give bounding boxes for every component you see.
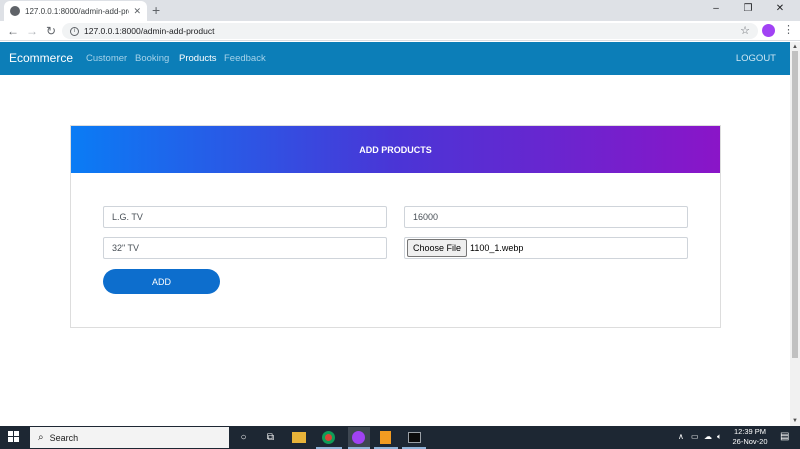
product-price-input[interactable]: 16000 (404, 206, 688, 228)
cortana-icon[interactable]: ○ (236, 430, 251, 445)
globe-icon (10, 6, 20, 16)
logout-link[interactable]: LOGOUT (736, 53, 776, 64)
clock-date: 26-Nov-20 (732, 437, 768, 446)
nav-link-customer[interactable]: Customer (86, 53, 127, 64)
file-explorer-icon[interactable] (292, 432, 306, 443)
product-name-input[interactable]: L.G. TV (103, 206, 387, 228)
product-name-value: L.G. TV (112, 212, 143, 222)
scroll-down-icon[interactable]: ▼ (792, 418, 798, 424)
network-icon[interactable]: ▭ (691, 432, 699, 441)
profile-avatar[interactable] (762, 24, 775, 37)
scroll-thumb[interactable] (792, 51, 798, 358)
info-icon[interactable]: i (70, 26, 79, 36)
taskbar-search-box[interactable]: ⌕ Search (30, 427, 229, 448)
browser-tab-strip: 127.0.0.1:8000/admin-add-produ ✕ + – ❐ ✕ (0, 0, 800, 21)
search-icon: ⌕ (38, 432, 44, 443)
close-tab-icon[interactable]: ✕ (133, 6, 141, 17)
chrome-icon[interactable] (322, 431, 335, 444)
taskbar-clock[interactable]: 12:39 PM 26-Nov-20 (728, 427, 772, 447)
browser-toolbar: ← → ↻ i 127.0.0.1:8000/admin-add-product… (0, 21, 800, 41)
add-button[interactable]: ADD (103, 269, 220, 294)
clock-time: 12:39 PM (733, 427, 767, 436)
page-scrollbar[interactable]: ▲ ▼ (790, 42, 800, 426)
nav-link-booking[interactable]: Booking (135, 53, 169, 64)
screen: 127.0.0.1:8000/admin-add-produ ✕ + – ❐ ✕… (0, 0, 800, 449)
search-placeholder: Search (49, 432, 79, 443)
card-header: ADD PRODUCTS (71, 126, 720, 173)
nav-link-products[interactable]: Products (179, 53, 217, 64)
product-description-value: 32" TV (112, 243, 140, 253)
product-price-value: 16000 (413, 212, 439, 222)
terminal-icon[interactable] (408, 432, 421, 443)
volume-icon[interactable]: 🔈︎ (717, 432, 722, 442)
notification-icon[interactable]: ▤ (780, 431, 789, 442)
sublime-text-icon[interactable] (380, 431, 391, 444)
scroll-up-icon[interactable]: ▲ (792, 44, 798, 50)
cloud-icon[interactable]: ☁ (704, 432, 712, 441)
chevron-up-icon[interactable]: ∧ (678, 432, 684, 441)
back-icon[interactable]: ← (6, 23, 20, 39)
tab-title: 127.0.0.1:8000/admin-add-produ (25, 6, 129, 16)
choose-file-button[interactable]: Choose File (407, 239, 468, 257)
star-icon[interactable]: ☆ (740, 24, 750, 37)
card-title: ADD PRODUCTS (359, 144, 432, 155)
url-text: 127.0.0.1:8000/admin-add-product (84, 26, 215, 36)
windows-start-icon[interactable] (8, 431, 20, 443)
chrome-profile-icon[interactable] (352, 431, 365, 444)
product-image-input[interactable]: Choose File 1100_1.webp (404, 237, 688, 259)
task-view-icon[interactable]: ⧉ (263, 430, 278, 445)
windows-taskbar: ⌕ Search ○ ⧉ ∧ ▭ ☁ 🔈︎ 12:39 PM 26-Nov-20… (0, 426, 800, 449)
window-close-button[interactable]: ✕ (770, 2, 790, 16)
restore-button[interactable]: ❐ (738, 2, 758, 16)
browser-tab[interactable]: 127.0.0.1:8000/admin-add-produ ✕ (4, 1, 147, 21)
minimize-button[interactable]: – (706, 2, 726, 16)
menu-dots-icon[interactable]: ⋮ (783, 23, 794, 36)
forward-icon[interactable]: → (25, 23, 39, 39)
product-description-input[interactable]: 32" TV (103, 237, 387, 259)
add-product-card: ADD PRODUCTS L.G. TV 16000 32" TV Choose… (70, 125, 721, 328)
site-navbar: Ecommerce Customer Booking Products Feed… (0, 42, 790, 75)
nav-link-feedback[interactable]: Feedback (224, 53, 266, 64)
reload-icon[interactable]: ↻ (44, 23, 58, 39)
new-tab-button[interactable]: + (152, 2, 160, 18)
address-bar[interactable]: i 127.0.0.1:8000/admin-add-product ☆ (62, 23, 758, 39)
selected-file-name: 1100_1.webp (470, 243, 524, 253)
brand-link[interactable]: Ecommerce (9, 51, 73, 65)
